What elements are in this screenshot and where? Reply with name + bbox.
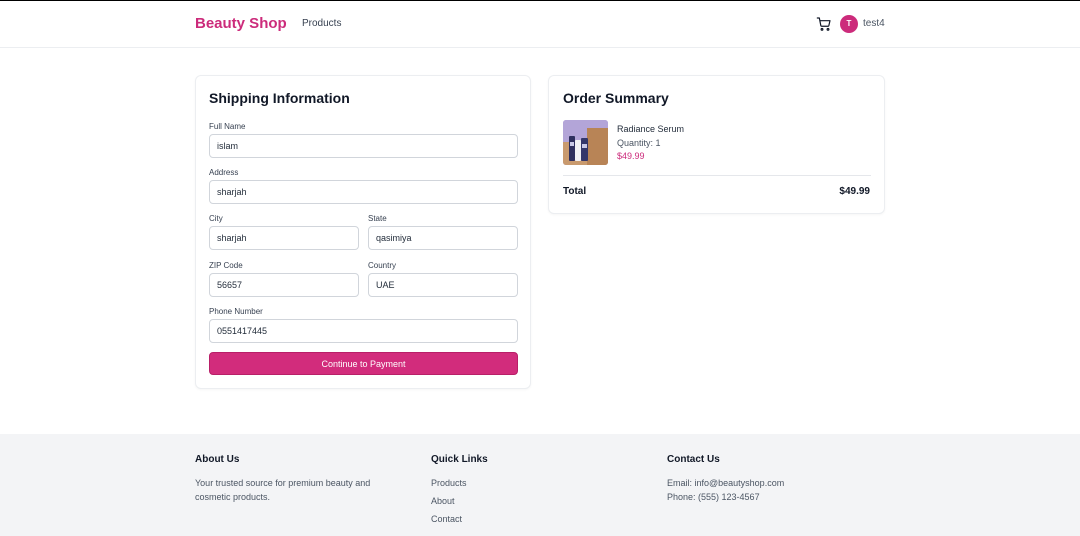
footer-link-products[interactable]: Products	[431, 478, 467, 488]
country-label: Country	[368, 261, 397, 270]
item-name: Radiance Serum	[617, 124, 685, 134]
phone-field[interactable]: 0551417445	[209, 319, 518, 343]
footer-about-title: About Us	[195, 454, 240, 465]
item-price: $49.99	[617, 151, 645, 161]
summary-divider	[563, 175, 871, 176]
order-summary-title: Order Summary	[563, 90, 669, 106]
zip-field[interactable]: 56657	[209, 273, 359, 297]
zip-label: ZIP Code	[209, 261, 243, 270]
footer: About Us Your trusted source for premium…	[0, 434, 1080, 536]
item-quantity: Quantity: 1	[617, 138, 661, 148]
nav-link-products[interactable]: Products	[302, 18, 341, 29]
total-label: Total	[563, 186, 587, 197]
footer-about-text-1: Your trusted source for premium beauty a…	[195, 478, 371, 488]
avatar[interactable]: T	[840, 15, 858, 33]
brand-logo[interactable]: Beauty Shop	[195, 15, 287, 32]
footer-link-about[interactable]: About	[431, 496, 455, 506]
username[interactable]: test4	[863, 18, 885, 29]
footer-links-title: Quick Links	[431, 454, 488, 465]
footer-link-contact[interactable]: Contact	[431, 514, 462, 524]
address-label: Address	[209, 168, 239, 177]
top-nav: Beauty Shop Products T test4	[0, 1, 1080, 48]
full-name-field[interactable]: islam	[209, 134, 518, 158]
continue-to-payment-button[interactable]: Continue to Payment	[209, 352, 518, 375]
city-field[interactable]: sharjah	[209, 226, 359, 250]
order-summary-card: Order Summary Radiance Serum Quantity: 1…	[548, 75, 885, 214]
phone-label: Phone Number	[209, 307, 263, 316]
footer-contact-phone: Phone: (555) 123-4567	[667, 492, 760, 502]
full-name-label: Full Name	[209, 122, 246, 131]
city-label: City	[209, 214, 223, 223]
footer-about-text-2: cosmetic products.	[195, 492, 271, 502]
address-field[interactable]: sharjah	[209, 180, 518, 204]
state-label: State	[368, 214, 387, 223]
footer-contact-email: Email: info@beautyshop.com	[667, 478, 785, 488]
total-value: $49.99	[839, 186, 870, 197]
state-field[interactable]: qasimiya	[368, 226, 518, 250]
product-thumbnail	[563, 120, 608, 165]
footer-contact-title: Contact Us	[667, 454, 720, 465]
shipping-card: Shipping Information Full Name islam Add…	[195, 75, 531, 389]
country-field[interactable]: UAE	[368, 273, 518, 297]
shipping-title: Shipping Information	[209, 90, 350, 106]
cart-icon[interactable]	[816, 16, 832, 32]
